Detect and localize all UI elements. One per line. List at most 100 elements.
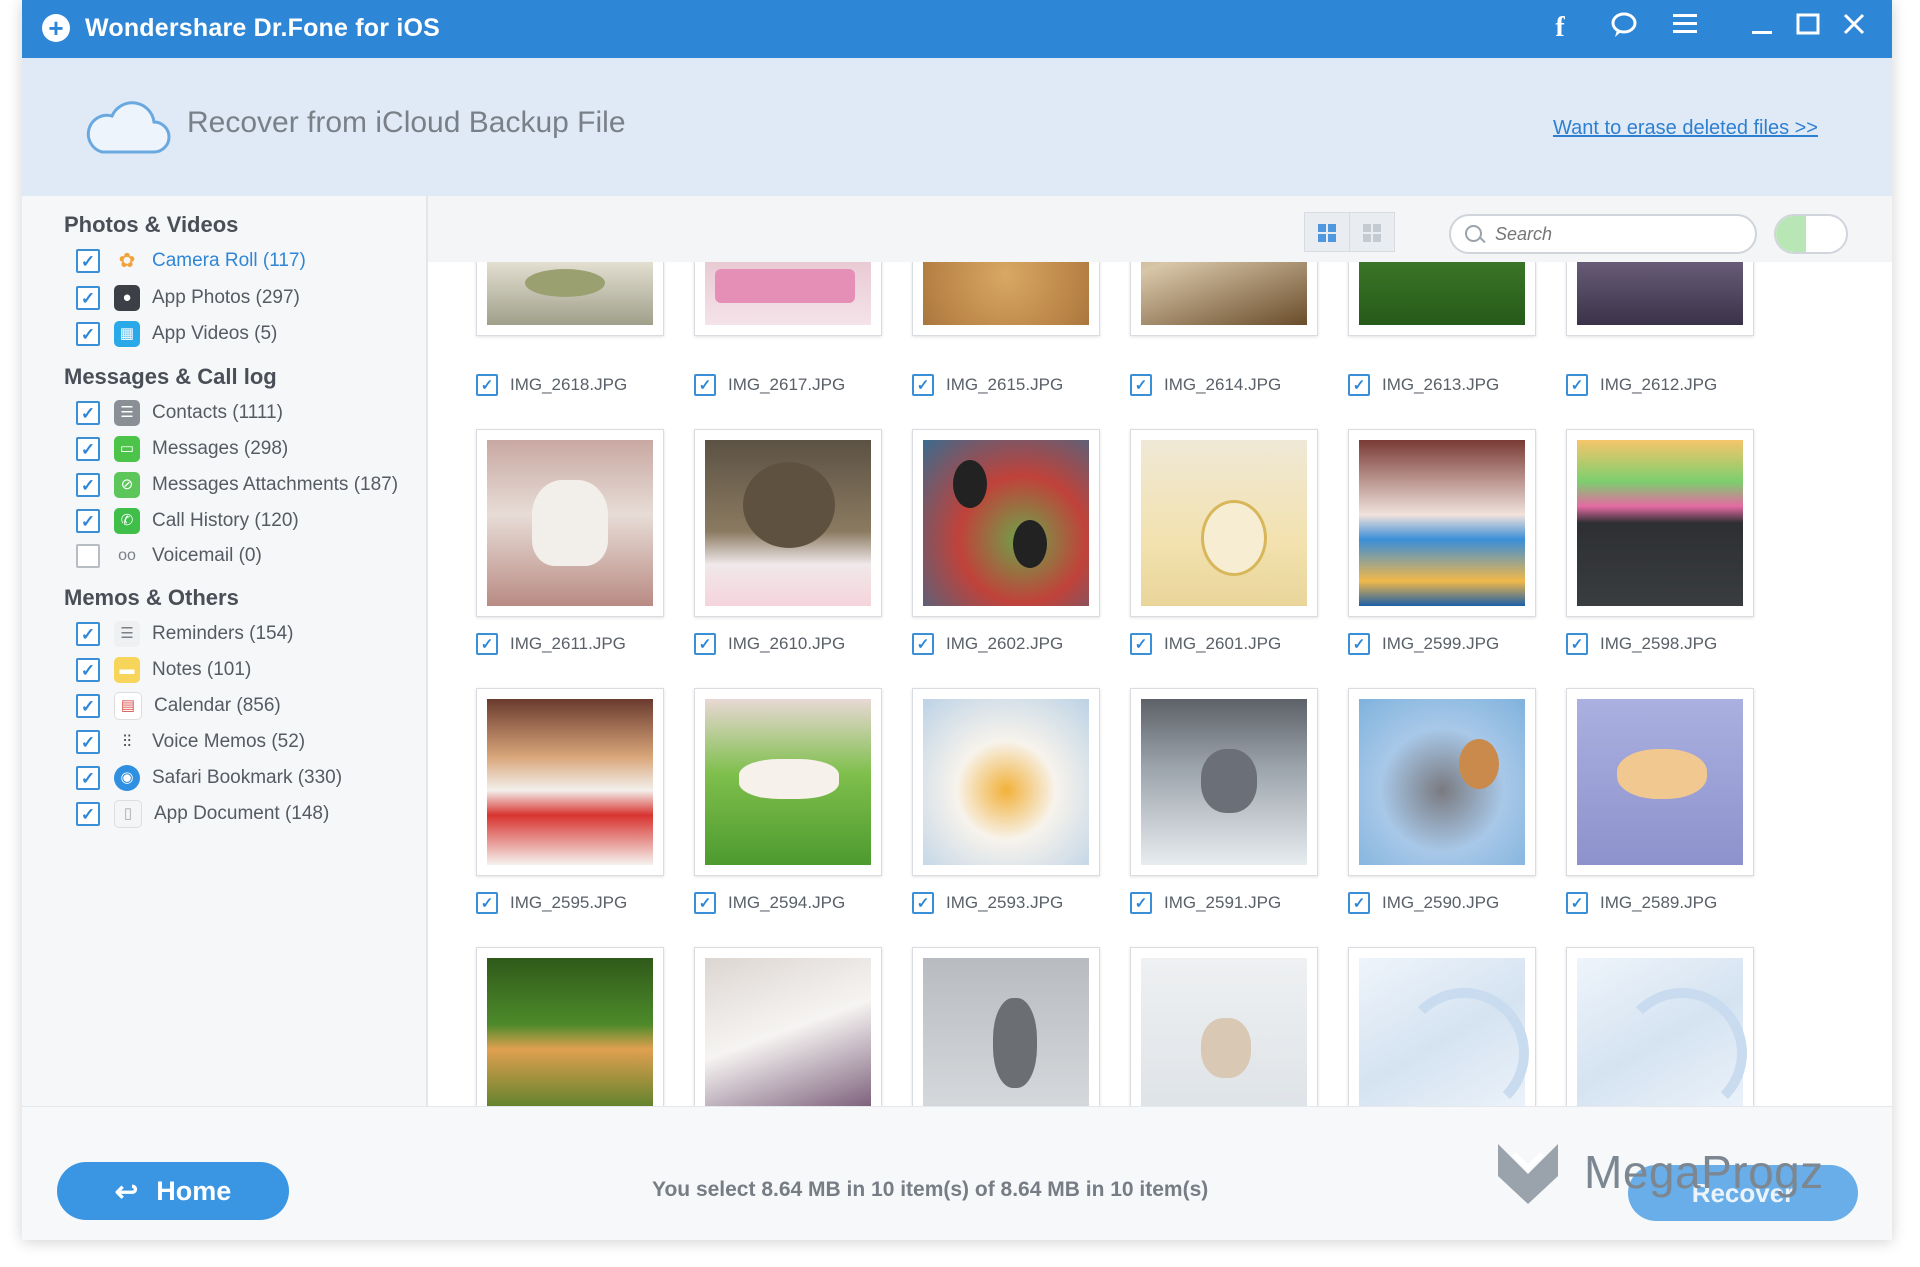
checkbox[interactable]: ✓: [1348, 633, 1370, 655]
home-button[interactable]: ↩ Home: [57, 1162, 289, 1220]
photo-thumbnail[interactable]: [476, 262, 664, 336]
erase-deleted-files-link[interactable]: Want to erase deleted files >>: [1553, 117, 1818, 140]
photo-label[interactable]: ✓IMG_2613.JPG: [1348, 373, 1499, 397]
checkbox[interactable]: ✓: [76, 766, 100, 790]
checkbox[interactable]: ✓: [912, 892, 934, 914]
checkbox[interactable]: ✓: [76, 544, 100, 568]
checkbox[interactable]: ✓: [76, 509, 100, 533]
category-messages[interactable]: ✓ ▭ Messages (298): [76, 434, 288, 464]
photo-label[interactable]: ✓IMG_2593.JPG: [912, 891, 1063, 915]
photo-label[interactable]: ✓IMG_2614.JPG: [1130, 373, 1281, 397]
checkbox[interactable]: ✓: [76, 802, 100, 826]
photo-thumbnail[interactable]: [912, 429, 1100, 617]
checkbox[interactable]: ✓: [76, 473, 100, 497]
photo-thumbnail[interactable]: [694, 947, 882, 1106]
photo-thumbnail[interactable]: [1566, 429, 1754, 617]
category-safari-bookmark[interactable]: ✓ ◉ Safari Bookmark (330): [76, 763, 342, 793]
category-notes[interactable]: ✓ ▬ Notes (101): [76, 655, 251, 685]
photo-label[interactable]: ✓IMG_2617.JPG: [694, 373, 845, 397]
photo-thumbnail[interactable]: [476, 947, 664, 1106]
photo-label[interactable]: ✓IMG_2615.JPG: [912, 373, 1063, 397]
photo-thumbnail[interactable]: [476, 429, 664, 617]
checkbox[interactable]: ✓: [76, 730, 100, 754]
checkbox[interactable]: ✓: [1348, 892, 1370, 914]
photo-thumbnail[interactable]: [694, 429, 882, 617]
photo-label[interactable]: ✓IMG_2595.JPG: [476, 891, 627, 915]
photo-label[interactable]: ✓IMG_2599.JPG: [1348, 632, 1499, 656]
photo-label[interactable]: ✓IMG_2610.JPG: [694, 632, 845, 656]
category-contacts[interactable]: ✓ ☰ Contacts (1111): [76, 398, 283, 428]
photo-label[interactable]: ✓IMG_2618.JPG: [476, 373, 627, 397]
checkbox[interactable]: ✓: [476, 892, 498, 914]
checkbox[interactable]: ✓: [76, 249, 100, 273]
photo-label[interactable]: ✓IMG_2591.JPG: [1130, 891, 1281, 915]
photo-thumbnail[interactable]: [912, 688, 1100, 876]
photo-thumbnail[interactable]: [1566, 688, 1754, 876]
show-deleted-toggle[interactable]: [1774, 214, 1848, 254]
checkbox[interactable]: ✓: [76, 622, 100, 646]
photo-label[interactable]: ✓IMG_2612.JPG: [1566, 373, 1717, 397]
checkbox[interactable]: ✓: [1130, 374, 1152, 396]
checkbox[interactable]: ✓: [694, 892, 716, 914]
category-voice-memos[interactable]: ✓ ⫶⫶ Voice Memos (52): [76, 727, 305, 757]
checkbox[interactable]: ✓: [912, 633, 934, 655]
checkbox[interactable]: ✓: [76, 286, 100, 310]
checkbox[interactable]: ✓: [76, 401, 100, 425]
photo-label[interactable]: ✓IMG_2611.JPG: [476, 632, 626, 656]
facebook-icon[interactable]: f: [1542, 10, 1578, 46]
photo-thumbnail[interactable]: [1348, 429, 1536, 617]
checkbox[interactable]: ✓: [476, 374, 498, 396]
category-app-videos[interactable]: ✓ ▦ App Videos (5): [76, 319, 277, 349]
checkbox[interactable]: ✓: [912, 374, 934, 396]
checkbox[interactable]: ✓: [76, 437, 100, 461]
checkbox[interactable]: ✓: [1130, 633, 1152, 655]
category-reminders[interactable]: ✓ ☰ Reminders (154): [76, 619, 294, 649]
photo-thumbnail[interactable]: [1130, 429, 1318, 617]
photo-thumbnail[interactable]: [1566, 947, 1754, 1106]
checkbox[interactable]: ✓: [1566, 374, 1588, 396]
photo-thumbnail[interactable]: [1130, 947, 1318, 1106]
category-call-history[interactable]: ✓ ✆ Call History (120): [76, 506, 299, 536]
checkbox[interactable]: ✓: [694, 374, 716, 396]
photo-label[interactable]: ✓IMG_2601.JPG: [1130, 632, 1281, 656]
photo-thumbnail[interactable]: [1130, 262, 1318, 336]
photo-thumbnail[interactable]: [1566, 262, 1754, 336]
category-camera-roll[interactable]: ✓ ✿ Camera Roll (117): [76, 246, 306, 276]
photo-thumbnail[interactable]: [912, 947, 1100, 1106]
checkbox[interactable]: ✓: [1566, 892, 1588, 914]
maximize-icon[interactable]: [1790, 10, 1826, 46]
checkbox[interactable]: ✓: [1348, 374, 1370, 396]
photo-label[interactable]: ✓IMG_2602.JPG: [912, 632, 1063, 656]
checkbox[interactable]: ✓: [476, 633, 498, 655]
search-box[interactable]: [1449, 214, 1757, 254]
photo-thumbnail[interactable]: [694, 688, 882, 876]
checkbox[interactable]: ✓: [76, 322, 100, 346]
photo-thumbnail[interactable]: [1130, 688, 1318, 876]
close-icon[interactable]: [1836, 10, 1872, 46]
menu-icon[interactable]: [1667, 10, 1703, 46]
photo-thumbnail[interactable]: [1348, 262, 1536, 336]
photo-label[interactable]: ✓IMG_2598.JPG: [1566, 632, 1717, 656]
photo-label[interactable]: ✓IMG_2589.JPG: [1566, 891, 1717, 915]
minimize-icon[interactable]: [1744, 10, 1780, 46]
photo-label[interactable]: ✓IMG_2590.JPG: [1348, 891, 1499, 915]
photo-thumbnail[interactable]: [912, 262, 1100, 336]
checkbox[interactable]: ✓: [694, 633, 716, 655]
photo-thumbnail[interactable]: [476, 688, 664, 876]
checkbox[interactable]: ✓: [1566, 633, 1588, 655]
category-calendar[interactable]: ✓ ▤ Calendar (856): [76, 691, 281, 721]
category-app-photos[interactable]: ✓ ● App Photos (297): [76, 283, 300, 313]
feedback-icon[interactable]: [1606, 10, 1642, 46]
category-app-document[interactable]: ✓ ▯ App Document (148): [76, 799, 329, 829]
checkbox[interactable]: ✓: [76, 658, 100, 682]
search-input[interactable]: [1493, 219, 1737, 249]
photo-label[interactable]: ✓IMG_2594.JPG: [694, 891, 845, 915]
large-thumbnail-view-button[interactable]: [1304, 212, 1350, 252]
category-voicemail[interactable]: ✓ ᴏᴏ Voicemail (0): [76, 541, 262, 571]
category-messages-attachments[interactable]: ✓ ⊘ Messages Attachments (187): [76, 470, 398, 500]
photo-thumbnail[interactable]: [1348, 688, 1536, 876]
photo-thumbnail[interactable]: [694, 262, 882, 336]
checkbox[interactable]: ✓: [1130, 892, 1152, 914]
small-thumbnail-view-button[interactable]: [1349, 212, 1395, 252]
checkbox[interactable]: ✓: [76, 694, 100, 718]
